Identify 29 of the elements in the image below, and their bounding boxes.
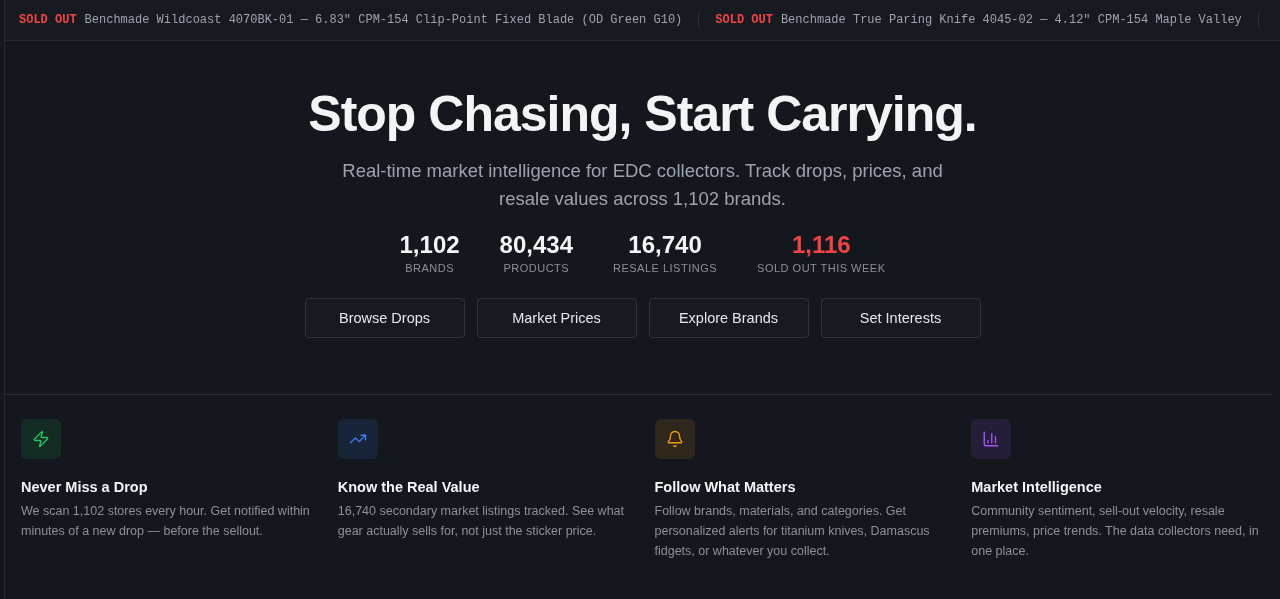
stat-label: SOLD OUT THIS WEEK <box>757 262 886 274</box>
stat-value: 80,434 <box>499 231 573 259</box>
feature-text: Community sentiment, sell-out velocity, resale premiums, price trends. The data collectors need, in one place. <box>971 503 1260 560</box>
feature-text: Follow brands, materials, and categories. Get personalized alerts for titanium knives, Damascus fidgets, or whatever you collect. <box>654 503 931 560</box>
sold-out-label: SOLD OUT <box>715 13 773 27</box>
ticker-text[interactable]: Benchmade Wildcoast 4070BK-01 — 6.83" CPM-154 Clip-Point Fixed Blade (OD Green G10) <box>84 13 683 27</box>
hero-title: Stop Chasing, Start Carrying. <box>308 85 977 143</box>
nav-button[interactable]: Market Prices <box>476 298 637 338</box>
bolt-icon <box>32 430 50 448</box>
stat-value: 1,116 <box>791 231 851 259</box>
stat-label: RESALE LISTINGS <box>613 262 718 274</box>
feature-text: 16,740 secondary market listings tracked. See what gear actually sells for, not just the sticker price. <box>337 503 625 540</box>
bell-icon <box>665 430 684 448</box>
stat-label: BRANDS <box>405 262 454 274</box>
bar-chart-icon <box>982 430 1001 448</box>
nav-button[interactable]: Explore Brands <box>648 298 809 338</box>
nav-button[interactable]: Browse Drops <box>304 298 465 338</box>
feature-title: Know the Real Value <box>337 479 481 495</box>
stat-value: 1,102 <box>399 231 460 259</box>
stat-value: 16,740 <box>628 231 702 259</box>
hero-subtitle: Real-time market intelligence for EDC collectors. Track drops, prices, and resale values across 1,102 brands. <box>341 159 944 211</box>
feature-title: Market Intelligence <box>971 479 1103 495</box>
ticker-text[interactable]: Benchmade True Paring Knife 4045-02 — 4.12" CPM-154 Maple Valley <box>780 13 1242 27</box>
nav-button[interactable]: Set Interests <box>820 298 981 338</box>
sold-out-label: SOLD OUT <box>19 13 77 27</box>
feature-text: We scan 1,102 stores every hour. Get notified within minutes of a new drop — before the sellout. <box>21 503 311 540</box>
stat-label: PRODUCTS <box>503 262 570 274</box>
feature-title: Follow What Matters <box>654 479 797 495</box>
feature-title: Never Miss a Drop <box>21 479 149 495</box>
